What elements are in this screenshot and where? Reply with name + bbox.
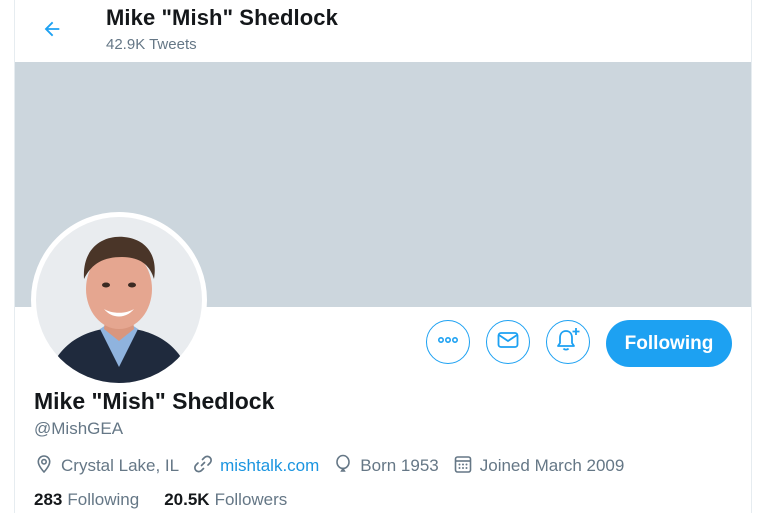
- born-text: Born 1953: [360, 456, 439, 475]
- back-button[interactable]: [33, 12, 71, 50]
- link-icon: [193, 454, 220, 479]
- avatar[interactable]: [31, 212, 207, 388]
- location-pin-icon: [34, 454, 61, 479]
- tweet-count: 42.9K Tweets: [106, 36, 197, 53]
- header-title: Mike "Mish" Shedlock: [106, 5, 338, 30]
- birthday: Born 1953: [333, 454, 439, 479]
- followers-label: Followers: [214, 490, 288, 509]
- calendar-icon: [453, 454, 480, 479]
- message-button[interactable]: [486, 320, 530, 364]
- profile-stats: 283 Following 20.5K Followers: [34, 490, 312, 510]
- followers-stat[interactable]: 20.5K Followers: [164, 490, 287, 510]
- notifications-button[interactable]: [546, 320, 590, 364]
- followers-count: 20.5K: [164, 490, 210, 509]
- more-icon: [436, 328, 460, 357]
- more-button[interactable]: [426, 320, 470, 364]
- joined: Joined March 2009: [453, 454, 625, 479]
- profile-name: Mike "Mish" Shedlock: [34, 388, 275, 414]
- balloon-icon: [333, 454, 360, 479]
- location-text: Crystal Lake, IL: [61, 456, 180, 475]
- following-count: 283: [34, 490, 63, 509]
- website-link[interactable]: mishtalk.com: [220, 456, 319, 476]
- joined-text: Joined March 2009: [479, 456, 625, 475]
- profile-column: Mike "Mish" Shedlock 42.9K Tweets Follow…: [14, 0, 752, 513]
- arrow-left-icon: [41, 18, 63, 45]
- following-label: Following: [67, 490, 140, 509]
- location: Crystal Lake, IL: [34, 454, 179, 479]
- following-stat[interactable]: 283 Following: [34, 490, 139, 510]
- bell-plus-icon: [555, 327, 581, 358]
- profile-handle: @MishGEA: [34, 419, 124, 438]
- profile-meta: Crystal Lake, IL mishtalk.com Born 1953: [34, 454, 638, 478]
- website: mishtalk.com: [193, 454, 319, 479]
- following-button[interactable]: Following: [606, 320, 732, 367]
- envelope-icon: [496, 328, 520, 357]
- profile-header: Mike "Mish" Shedlock 42.9K Tweets: [15, 0, 751, 62]
